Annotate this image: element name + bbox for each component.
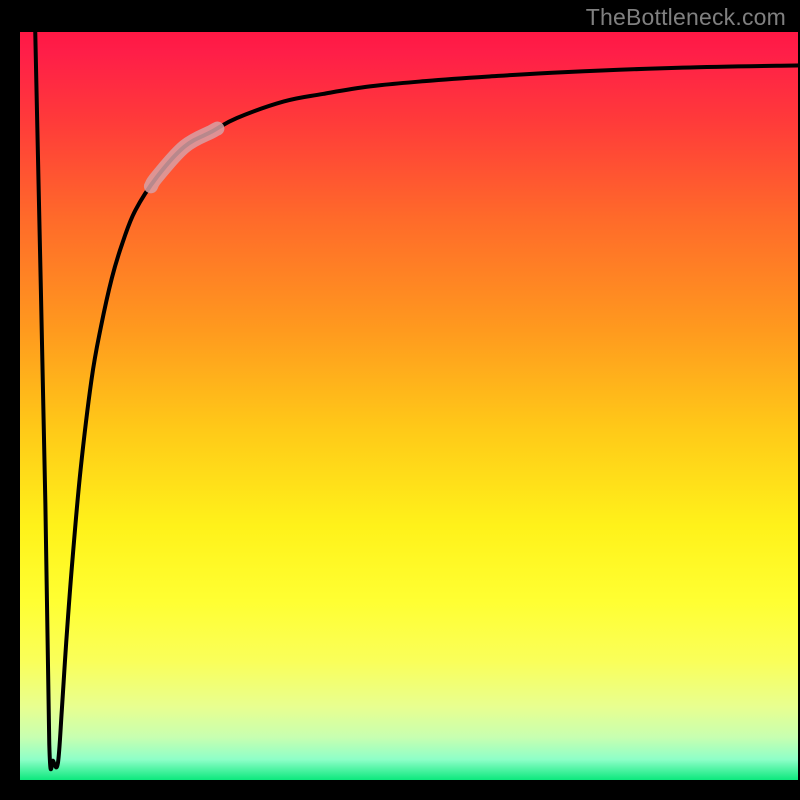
watermark-text: TheBottleneck.com <box>586 4 786 31</box>
plot-background <box>18 30 800 782</box>
chart-canvas <box>0 0 800 800</box>
chart-stage: TheBottleneck.com <box>0 0 800 800</box>
